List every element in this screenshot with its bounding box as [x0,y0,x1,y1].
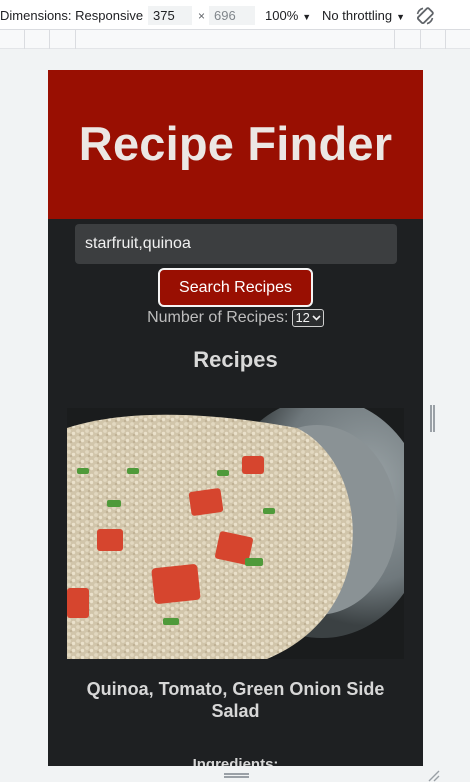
ruler-marker [394,30,395,49]
page-title: Recipe Finder [78,117,393,170]
ruler-marker [445,30,446,49]
recipes-heading: Recipes [193,347,278,372]
site-header: Recipe Finder [48,70,423,219]
chevron-down-icon: ▼ [396,12,406,22]
recipe-title[interactable]: Quinoa, Tomato, Green Onion Side Salad [67,678,404,722]
recipe-card[interactable]: Quinoa, Tomato, Green Onion Side Salad [67,408,404,722]
height-input[interactable]: 696 [209,6,255,25]
media-query-ruler[interactable] [0,30,470,49]
recipe-count-row: Number of Recipes: 12 [48,307,423,329]
throttling-label: No throttling [322,8,393,23]
recipe-count-label: Number of Recipes: [147,309,289,326]
recipe-count-select[interactable]: 12 [292,309,324,327]
ruler-marker [24,30,25,49]
recipe-photo[interactable] [67,408,404,659]
zoom-dropdown[interactable]: 100% ▼ [265,8,311,23]
dimensions-label: Dimensions: Responsive [0,8,144,23]
ruler-marker [420,30,421,49]
zoom-label: 100% [265,8,299,23]
chevron-down-icon [312,315,321,321]
ruler-marker [49,30,50,49]
width-input[interactable]: 375 [148,6,192,25]
emulated-viewport: Recipe Finder starfruit,quinoa Search Re… [48,70,423,766]
recipe-count-value: 12 [295,310,310,325]
resize-handle-bottom[interactable] [224,773,249,778]
resize-handle-right[interactable] [430,405,435,432]
device-toolbar: Dimensions: Responsive▼ 375 × 696 100%▼ … [0,0,470,30]
ruler-marker [75,30,76,49]
chevron-down-icon: ▼ [302,12,312,22]
throttling-dropdown[interactable]: No throttling ▼ [322,8,405,23]
search-input[interactable]: starfruit,quinoa [75,224,397,264]
rotate-icon[interactable] [414,5,436,27]
dimensions-dropdown[interactable]: Dimensions: Responsive▼ [0,8,156,23]
resize-grip-icon[interactable] [426,768,440,782]
ingredients-heading: Ingredients: [192,756,279,766]
search-recipes-button[interactable]: Search Recipes [158,268,313,307]
times-separator: × [198,9,206,23]
